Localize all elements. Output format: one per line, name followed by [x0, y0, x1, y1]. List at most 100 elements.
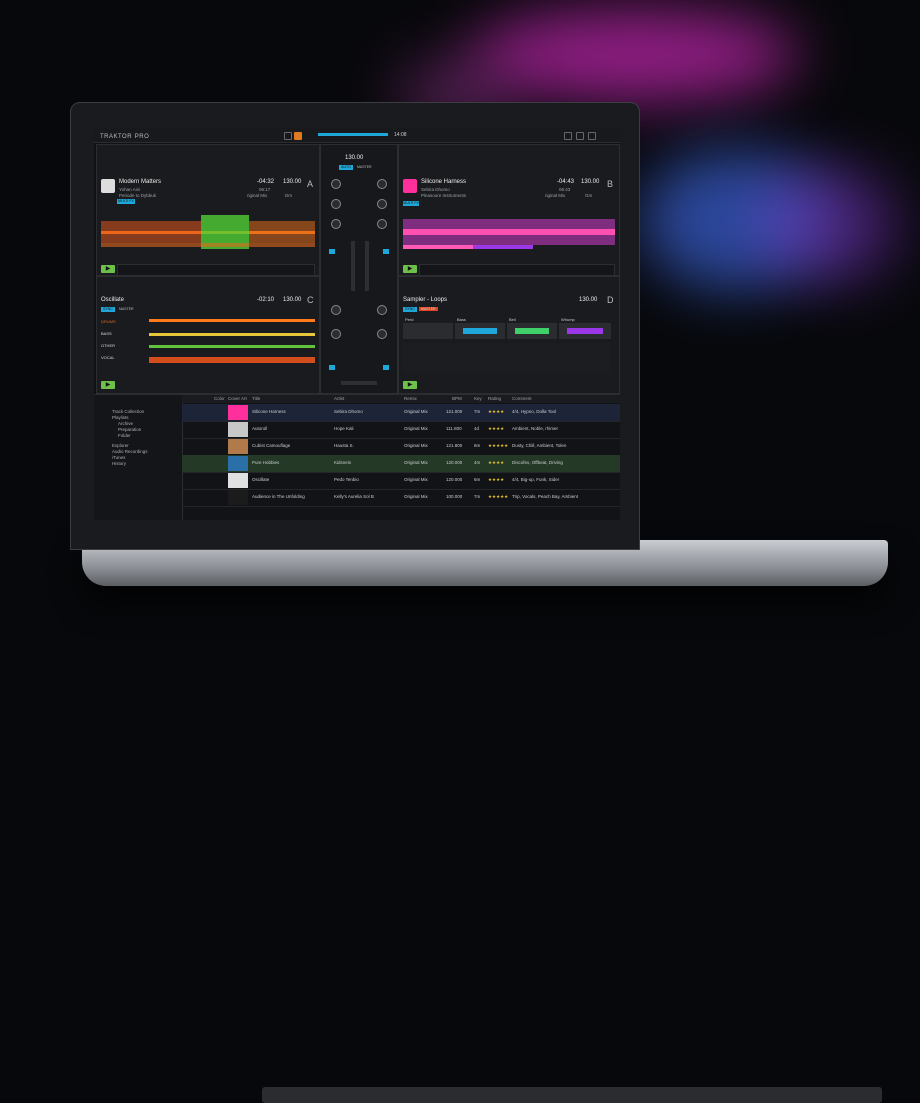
master-button[interactable]: MASTER: [119, 307, 134, 311]
table-row[interactable]: Silicone Harness Sebira Dhomo Original Mix…: [182, 404, 620, 422]
tree-item-history[interactable]: History: [112, 461, 126, 466]
fx-mode-button[interactable]: MULTI FX: [403, 201, 419, 206]
deck-label: Periode to Dybbuk: [119, 193, 157, 198]
table-row[interactable]: Autoroll Hope Kali Original Mix 111.800 4d ★★…: [182, 421, 620, 439]
cover-art: [403, 179, 417, 193]
column-header[interactable]: Artist: [334, 396, 344, 401]
cover-art: [228, 405, 248, 420]
tree-item-folder[interactable]: Folder: [118, 433, 131, 438]
column-header[interactable]: Comment: [512, 396, 532, 401]
eq-knob[interactable]: [331, 199, 341, 209]
traktor-screen: TRAKTOR PRO 14:08 Modern Matters Yohan A…: [94, 128, 620, 520]
fx-mode-button[interactable]: MULTI FX: [117, 199, 135, 204]
gain-knob[interactable]: [377, 179, 387, 189]
gain-knob[interactable]: [331, 179, 341, 189]
column-header[interactable]: Key: [474, 396, 482, 401]
cover-art: [228, 473, 248, 488]
tree-item-preparation[interactable]: Preparation: [118, 427, 141, 432]
track-key: Dm: [285, 193, 292, 198]
transport-strip[interactable]: [117, 264, 315, 276]
tree-item-itunes[interactable]: iTunes: [112, 455, 125, 460]
tree-item-explorer[interactable]: Explorer: [112, 443, 129, 448]
warning-icon[interactable]: [294, 132, 302, 140]
master-bpm: 130.00: [345, 155, 364, 161]
cue-button[interactable]: [383, 249, 389, 254]
deck-title: Sampler - Loops: [403, 297, 448, 303]
table-cell-comment: Trip, Vocals, Peach Bay, Ambient: [512, 494, 579, 499]
table-cell-bpm: 121.000: [446, 409, 463, 414]
eq-knob[interactable]: [377, 219, 387, 229]
column-header[interactable]: Rating: [488, 396, 501, 401]
deck-title: Modern Matters: [119, 179, 162, 185]
deck-a: Modern Matters Yohan Aini Periode to Dyb…: [96, 144, 320, 276]
crossfader[interactable]: [341, 381, 377, 385]
layout-icon[interactable]: [576, 132, 584, 140]
table-cell-bpm: 120.000: [446, 460, 463, 465]
table-cell-remix: Original Mix: [404, 443, 428, 448]
column-header[interactable]: Cover Art: [228, 396, 247, 401]
table-cell-comment: Ambient, Noble, rhimer: [512, 426, 559, 431]
sync-button[interactable]: SYNC: [403, 307, 417, 312]
table-cell-remix: Original Mix: [404, 426, 428, 431]
column-header[interactable]: Title: [252, 396, 260, 401]
eq-knob[interactable]: [377, 199, 387, 209]
master-button[interactable]: MASTER: [419, 307, 438, 311]
table-row[interactable]: Pure Hobbies Kidsnein Original Mix 120.000 4…: [182, 455, 620, 473]
column-header[interactable]: Color: [214, 396, 225, 401]
tree-item-archive[interactable]: Archive: [118, 421, 133, 426]
cue-button[interactable]: [329, 365, 335, 370]
table-row[interactable]: Oscillate Pedo Tenbio Original Mix 120.000 6…: [182, 472, 620, 490]
table-cell-key: 4d: [474, 426, 480, 431]
play-button[interactable]: ▶: [403, 381, 417, 389]
table-cell-key: 6m: [474, 443, 481, 448]
transport-strip[interactable]: [419, 264, 615, 276]
cover-art: [228, 456, 248, 471]
play-button[interactable]: ▶: [403, 265, 417, 273]
stem-label: OTHER: [101, 343, 115, 348]
sync-button[interactable]: SYNC: [101, 307, 115, 312]
sample-slot-label: Bell: [509, 317, 516, 322]
tree-item-playlists[interactable]: Playlists: [112, 415, 129, 420]
eq-knob[interactable]: [377, 305, 387, 315]
tree-item-audio-recordings[interactable]: Audio Recordings: [112, 449, 148, 454]
deck-title: Silicone Harness: [421, 179, 467, 185]
play-button[interactable]: ▶: [101, 265, 115, 273]
record-icon[interactable]: [284, 132, 292, 140]
tree-item-track-collection[interactable]: Track Collection: [112, 409, 144, 414]
deck-d: Sampler - Loops 130.00 D SYNC MASTER Per…: [398, 276, 620, 394]
deck-artist: Sebira Dhomo: [421, 187, 450, 192]
column-header[interactable]: BPM: [452, 396, 462, 401]
column-header-bar: Color Cover Art Title Artist Remix BPM K…: [182, 395, 620, 403]
library-tree: Track Collection Playlists Archive Prepa…: [94, 395, 183, 520]
table-cell-artist: Hope Kali: [334, 426, 354, 431]
table-row[interactable]: Cubist Camouflage Hausta S. Original Mix 12…: [182, 438, 620, 456]
table-cell-remix: Original Mix: [404, 477, 428, 482]
deck-artist: Yohan Aini: [119, 187, 141, 192]
eq-knob[interactable]: [377, 329, 387, 339]
channel-fader[interactable]: [365, 241, 369, 291]
table-cell-title: Autoroll: [252, 426, 268, 431]
time-remaining: -04:32: [257, 179, 275, 185]
eq-knob[interactable]: [331, 219, 341, 229]
eq-knob[interactable]: [331, 305, 341, 315]
bokeh-light: [760, 165, 900, 285]
channel-fader[interactable]: [351, 241, 355, 291]
cue-button[interactable]: [329, 249, 335, 254]
table-cell-remix: Original Mix: [404, 494, 428, 499]
table-row[interactable]: Audience in The Unfolding Kelly's Aurelia…: [182, 489, 620, 507]
table-cell-title: Audience in The Unfolding: [252, 494, 305, 499]
eq-knob[interactable]: [331, 329, 341, 339]
master-button[interactable]: MASTER: [357, 165, 372, 169]
table-cell-rating: ★★★★: [488, 409, 505, 414]
table-cell-bpm: 100.000: [446, 494, 463, 499]
mixer: 130.00 AUTO MASTER: [320, 144, 398, 394]
column-header[interactable]: Remix: [404, 396, 417, 401]
deck-letter: C: [307, 295, 314, 305]
play-button[interactable]: ▶: [101, 381, 115, 389]
sample-slot-label: Whump: [561, 317, 575, 322]
settings-icon[interactable]: [564, 132, 572, 140]
fullscreen-icon[interactable]: [588, 132, 596, 140]
auto-button[interactable]: AUTO: [339, 165, 353, 170]
cue-button[interactable]: [383, 365, 389, 370]
track-key: Gm: [585, 193, 593, 198]
